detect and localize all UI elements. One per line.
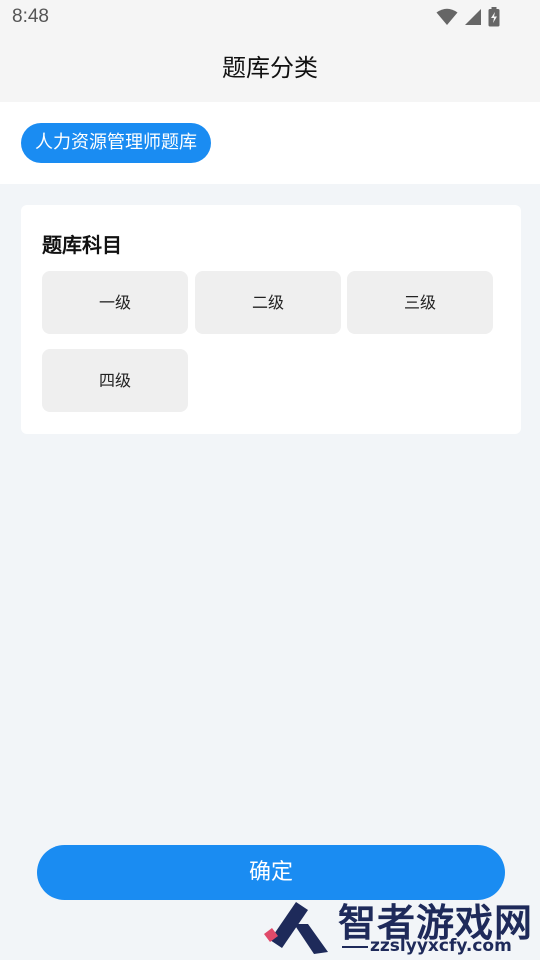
watermark-logo-icon [262,894,332,960]
category-strip: 人力资源管理师题库 [0,102,540,184]
battery-charging-icon [488,7,500,27]
app-header: 题库分类 [0,36,540,102]
watermark-divider [342,946,368,948]
subject-section-title: 题库科目 [42,233,122,257]
status-time: 8:48 [12,6,49,27]
subject-card: 题库科目 一级 二级 三级 四级 [21,205,521,434]
page-title: 题库分类 [222,54,318,82]
wifi-icon [436,8,458,26]
signal-icon [464,8,482,26]
status-bar: 8:48 [0,0,540,36]
subject-button-level-2[interactable]: 二级 [195,271,341,334]
category-chip-selected[interactable]: 人力资源管理师题库 [21,123,211,163]
watermark-url: zzslyyxcfy.com [370,936,512,956]
watermark: 智者游戏网 zzslyyxcfy.com [262,892,540,960]
subject-button-level-4[interactable]: 四级 [42,349,188,412]
subject-button-level-3[interactable]: 三级 [347,271,493,334]
subject-button-level-1[interactable]: 一级 [42,271,188,334]
status-icons [436,6,500,28]
